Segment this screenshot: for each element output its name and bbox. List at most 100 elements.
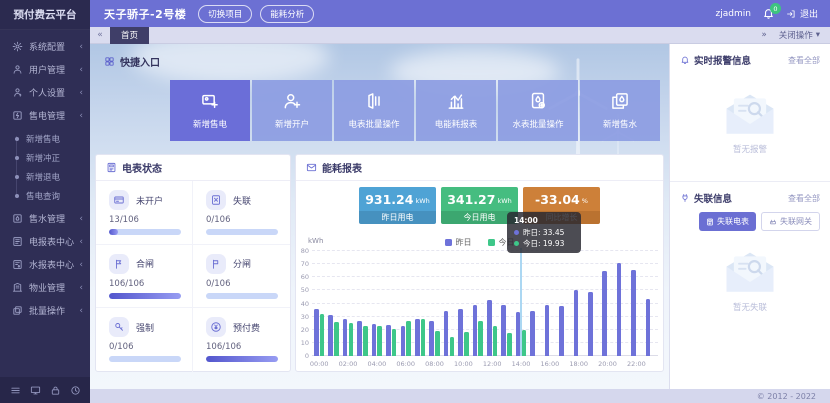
- logout-label: 退出: [800, 7, 818, 20]
- gridline: [312, 263, 658, 264]
- notifications-button[interactable]: 0: [762, 7, 775, 20]
- bullet-dot-icon: [15, 194, 19, 198]
- quick-button-5[interactable]: 新增售水: [580, 80, 660, 141]
- status-label: 预付费: [233, 321, 260, 334]
- expand-tabs-icon[interactable]: »: [762, 30, 767, 40]
- caret-down-icon: ▾: [816, 30, 820, 40]
- sidebar-subitem-label: 售电查询: [26, 190, 60, 202]
- bar-昨日-21:00: [617, 263, 622, 356]
- main-content: 快捷入口 新增售电新增开户电表批量操作电能耗报表水表批量操作新增售水 电表状态 …: [90, 44, 669, 389]
- tab-home[interactable]: 首页: [110, 27, 149, 44]
- quick-button-label: 新增开户: [275, 118, 309, 130]
- quick-button-1[interactable]: 新增开户: [252, 80, 332, 141]
- quick-button-label: 水表批量操作: [512, 118, 563, 130]
- offline-view-all-link[interactable]: 查看全部: [788, 193, 820, 204]
- chevron-left-icon: ‹: [79, 111, 83, 121]
- bar-昨日-11:00: [473, 305, 478, 356]
- offline-tab-label: 失联网关: [780, 216, 812, 227]
- sidebar-submenu: 新增售电新增冲正新增退电售电查询: [0, 127, 90, 207]
- energy-analysis-button[interactable]: 能耗分析: [260, 5, 314, 23]
- energy-report-title: 能耗报表: [322, 160, 362, 175]
- offline-tab-0[interactable]: 失联电表: [699, 212, 756, 231]
- switch-on-icon: [109, 254, 129, 274]
- offline-tab-label: 失联电表: [717, 216, 749, 227]
- bar-今日-04:00: [377, 326, 382, 356]
- x-axis-tick: 08:00: [425, 360, 444, 368]
- sidebar-item-label: 水报表中心: [29, 258, 79, 271]
- meter-icon: [706, 218, 714, 226]
- meter-status-cell-4: 强制0/106: [96, 308, 193, 372]
- switch-project-button[interactable]: 切换项目: [198, 5, 252, 23]
- bar-今日-01:00: [334, 322, 339, 356]
- chart-plot[interactable]: 01020304050607080: [312, 251, 658, 356]
- sidebar-item-4[interactable]: 售水管理‹: [0, 207, 90, 230]
- collapse-tabs-icon[interactable]: «: [90, 30, 110, 40]
- logout-button[interactable]: 退出: [786, 7, 818, 20]
- sidebar-item-5[interactable]: 电报表中心‹: [0, 230, 90, 253]
- sidebar-subitem-1[interactable]: 新增冲正: [0, 148, 90, 167]
- bar-昨日-20:00: [602, 271, 607, 356]
- energy-stat-card-0: 931.24kWh昨日用电: [359, 187, 436, 224]
- close-operations-dropdown[interactable]: 关闭操作 ▾: [779, 29, 820, 41]
- offline-icon: [206, 190, 226, 210]
- legend-label: 昨日: [456, 237, 472, 248]
- legend-item-昨日[interactable]: 昨日: [445, 237, 472, 248]
- sidebar-item-label: 用户管理: [29, 63, 79, 76]
- y-axis-tick: 10: [296, 339, 309, 347]
- quick-button-4[interactable]: 水表批量操作: [498, 80, 578, 141]
- empty-envelope-illustration: [719, 249, 781, 296]
- bar-昨日-05:00: [386, 325, 391, 357]
- sidebar-item-1[interactable]: 用户管理‹: [0, 58, 90, 81]
- menu-icon[interactable]: [10, 385, 21, 396]
- bar-今日-10:00: [464, 332, 469, 356]
- x-axis-tick: 12:00: [483, 360, 502, 368]
- monitor-icon[interactable]: [30, 385, 41, 396]
- y-axis-tick: 80: [296, 247, 309, 255]
- offline-tab-1[interactable]: 失联网关: [761, 212, 820, 231]
- sidebar-item-0[interactable]: 系统配置‹: [0, 35, 90, 58]
- bar-今日-14:00: [522, 330, 527, 356]
- bar-昨日-01:00: [328, 315, 333, 356]
- lock-icon[interactable]: [50, 385, 61, 396]
- clock-icon[interactable]: [70, 385, 81, 396]
- quick-button-label: 新增售水: [603, 118, 637, 130]
- chart-legend: 昨日今日: [308, 237, 651, 248]
- status-count: 0/106: [206, 279, 290, 289]
- gridline: [312, 250, 658, 251]
- chevron-left-icon: ‹: [79, 237, 83, 247]
- alarm-title: 实时报警信息: [694, 53, 751, 67]
- quick-button-label: 电表批量操作: [348, 118, 399, 130]
- alarm-view-all-link[interactable]: 查看全部: [788, 55, 820, 66]
- meter-status-cell-0: 未开户13/106: [96, 181, 193, 245]
- offline-empty-text: 暂无失联: [680, 301, 820, 313]
- water-report-icon: [12, 259, 23, 270]
- sidebar-subitem-2[interactable]: 新增退电: [0, 167, 90, 186]
- stat-value: 931.24: [365, 192, 413, 207]
- sidebar-item-label: 批量操作: [29, 304, 79, 317]
- stat-value: -33.04: [535, 192, 580, 207]
- x-axis-tick: 04:00: [368, 360, 387, 368]
- bar-昨日-04:00: [372, 324, 377, 356]
- sidebar-item-6[interactable]: 水报表中心‹: [0, 253, 90, 276]
- username[interactable]: zjadmin: [716, 9, 751, 19]
- alarm-empty-text: 暂无报警: [680, 143, 820, 155]
- sidebar-item-2[interactable]: 个人设置‹: [0, 81, 90, 104]
- status-label: 失联: [233, 194, 251, 207]
- bar-今日-02:00: [349, 323, 354, 356]
- sidebar-item-8[interactable]: 批量操作‹: [0, 299, 90, 322]
- cloud-decoration: [130, 44, 330, 84]
- sidebar-item-label: 电报表中心: [29, 235, 79, 248]
- quick-button-2[interactable]: 电表批量操作: [334, 80, 414, 141]
- bell-icon: [680, 55, 690, 65]
- sidebar-item-7[interactable]: 物业管理‹: [0, 276, 90, 299]
- quick-button-3[interactable]: 电能耗报表: [416, 80, 496, 141]
- sidebar-subitem-3[interactable]: 售电查询: [0, 186, 90, 205]
- status-progress-bar: [109, 293, 181, 299]
- status-label: 合闸: [136, 257, 154, 270]
- sidebar-item-3[interactable]: 售电管理‹: [0, 104, 90, 127]
- sidebar-subitem-0[interactable]: 新增售电: [0, 129, 90, 148]
- bar-昨日-12:00: [487, 300, 492, 356]
- right-panel: 实时报警信息 查看全部 暂无报警 失联信息 查看全部: [669, 44, 830, 389]
- gateway-icon: [769, 218, 777, 226]
- quick-button-0[interactable]: 新增售电: [170, 80, 250, 141]
